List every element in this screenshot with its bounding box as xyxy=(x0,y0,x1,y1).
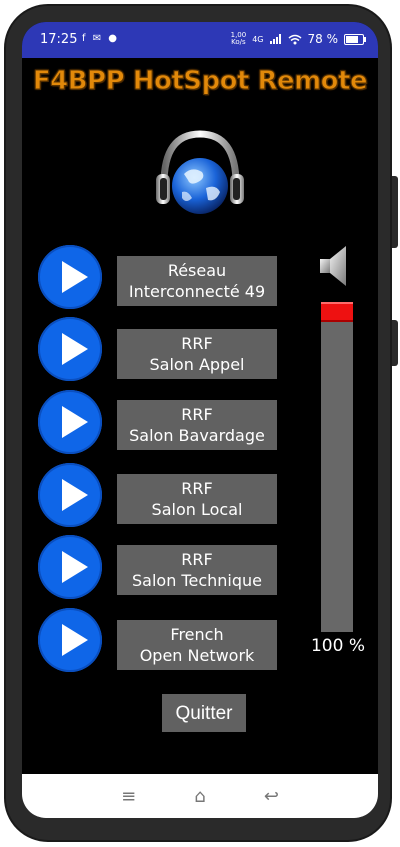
system-nav-bar: ≡ ⌂ ↩ xyxy=(22,774,378,818)
station-line1: RRF xyxy=(181,550,213,569)
station-label-salon-bavardage[interactable]: RRF Salon Bavardage xyxy=(117,400,277,450)
signal-icon xyxy=(269,34,281,44)
play-button-salon-technique[interactable] xyxy=(38,535,102,599)
station-label-reseau-49[interactable]: Réseau Interconnecté 49 xyxy=(117,256,277,306)
headphones-globe-logo xyxy=(156,130,244,214)
app-title: F4BPP HotSpot Remote xyxy=(32,66,368,97)
play-icon xyxy=(62,261,88,293)
home-icon[interactable]: ⌂ xyxy=(194,786,205,807)
station-line2: Salon Local xyxy=(151,500,243,519)
station-line1: Réseau xyxy=(167,261,227,280)
volume-slider-thumb[interactable] xyxy=(321,302,353,322)
play-icon xyxy=(62,624,88,656)
station-line1: RRF xyxy=(181,479,213,498)
volume-slider-track[interactable] xyxy=(321,304,353,632)
speed-unit: Ko/s xyxy=(231,38,246,46)
play-button-french-open-network[interactable] xyxy=(38,608,102,672)
status-right: 1,00 Ko/s 4G 78 % xyxy=(231,32,366,46)
station-line1: RRF xyxy=(181,334,213,353)
station-line2: Salon Technique xyxy=(132,571,262,590)
station-label-french-open-network[interactable]: French Open Network xyxy=(117,620,277,670)
play-button-salon-local[interactable] xyxy=(38,463,102,527)
status-bar: 17:25 f ✉ ● 1,00 Ko/s 4G 78 % xyxy=(22,22,378,58)
status-time: 17:25 xyxy=(40,32,78,47)
station-line1: RRF xyxy=(181,405,213,424)
notification-icons: f ✉ ● xyxy=(82,33,119,44)
play-icon xyxy=(62,479,88,511)
menu-icon[interactable]: ≡ xyxy=(121,786,136,807)
play-icon xyxy=(62,333,88,365)
volume-percent: 100 % xyxy=(310,636,365,656)
screen: 17:25 f ✉ ● 1,00 Ko/s 4G 78 % F4BPP HotS… xyxy=(22,22,378,818)
network-speed: 1,00 Ko/s xyxy=(231,32,247,46)
play-icon xyxy=(62,406,88,438)
station-label-salon-appel[interactable]: RRF Salon Appel xyxy=(117,329,277,379)
play-button-salon-bavardage[interactable] xyxy=(38,390,102,454)
station-line2: Salon Bavardage xyxy=(129,426,265,445)
play-icon xyxy=(62,551,88,583)
battery-icon xyxy=(344,33,366,45)
station-line2: Interconnecté 49 xyxy=(128,282,266,301)
network-type: 4G xyxy=(252,34,264,44)
speaker-icon[interactable] xyxy=(318,244,350,288)
station-label-salon-local[interactable]: RRF Salon Local xyxy=(117,474,277,524)
battery-text: 78 % xyxy=(307,32,339,46)
station-line1: French xyxy=(170,625,224,644)
quit-button[interactable]: Quitter xyxy=(162,694,246,732)
phone-frame: 17:25 f ✉ ● 1,00 Ko/s 4G 78 % F4BPP HotS… xyxy=(4,4,398,842)
wifi-icon xyxy=(288,34,301,44)
station-line2: Salon Appel xyxy=(149,355,245,374)
power-button xyxy=(392,176,398,248)
station-line2: Open Network xyxy=(139,646,255,665)
back-icon[interactable]: ↩ xyxy=(264,786,279,807)
volume-button xyxy=(392,320,398,366)
play-button-salon-appel[interactable] xyxy=(38,317,102,381)
station-label-salon-technique[interactable]: RRF Salon Technique xyxy=(117,545,277,595)
play-button-reseau-49[interactable] xyxy=(38,245,102,309)
